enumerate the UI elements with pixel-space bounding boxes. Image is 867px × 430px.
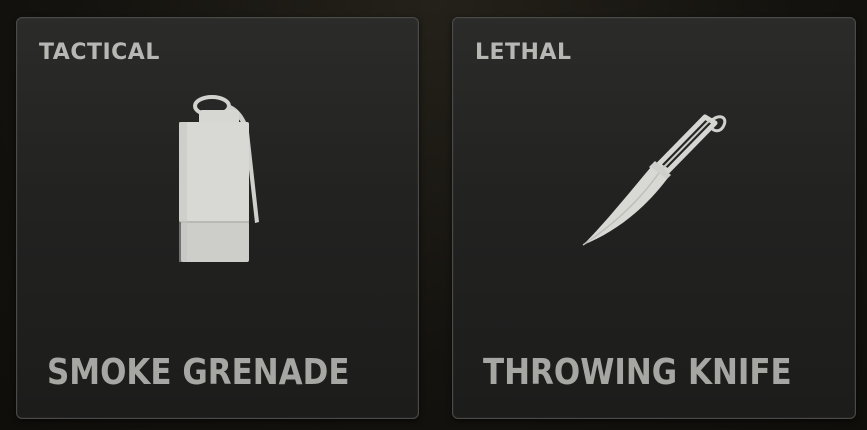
item-name: SMOKE GRENADE (47, 352, 350, 393)
equipment-screen: TACTICAL SMOKE GRENADE LETHAL THROWING K… (0, 0, 867, 430)
smoke-grenade-icon (179, 95, 259, 262)
slot-category-label: TACTICAL (39, 40, 160, 65)
throwing-knife-icon (582, 114, 727, 246)
tactical-slot-card[interactable]: TACTICAL SMOKE GRENADE (16, 17, 419, 419)
item-name: THROWING KNIFE (483, 352, 792, 393)
lethal-slot-card[interactable]: LETHAL THROWING KNIFE (452, 17, 856, 419)
slot-category-label: LETHAL (475, 40, 572, 65)
